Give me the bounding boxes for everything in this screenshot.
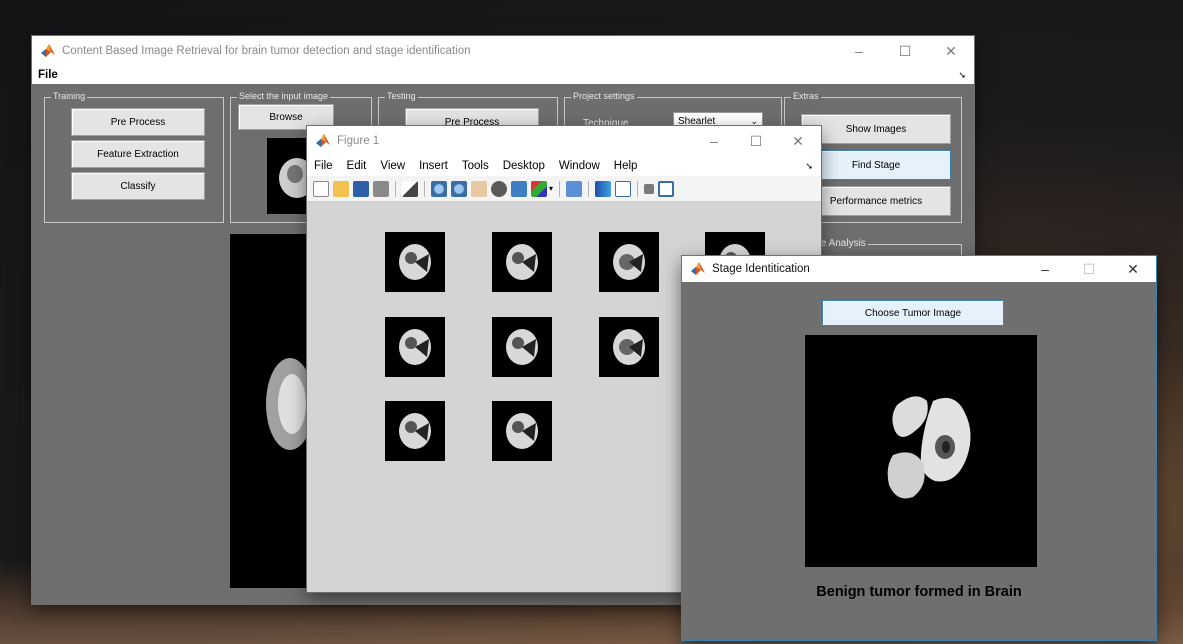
dock-arrow-icon[interactable]: ➘ <box>958 70 966 81</box>
main-menubar: File ➘ <box>32 67 974 83</box>
menu-edit[interactable]: Edit <box>340 160 374 172</box>
menu-insert[interactable]: Insert <box>412 160 455 172</box>
main-titlebar[interactable]: Content Based Image Retrieval for brain … <box>32 36 974 66</box>
brush-icon[interactable] <box>531 180 547 197</box>
maximize-button[interactable]: ☐ <box>733 126 779 156</box>
toolbar-separator <box>637 180 639 197</box>
brain-thumbnail <box>599 232 659 292</box>
menu-desktop[interactable]: Desktop <box>496 160 552 172</box>
menu-help[interactable]: Help <box>607 160 645 172</box>
show-plot-tools-icon[interactable] <box>658 180 675 197</box>
print-icon[interactable] <box>373 180 389 197</box>
rotate-3d-icon[interactable] <box>491 180 507 197</box>
menu-window[interactable]: Window <box>552 160 607 172</box>
toolbar-separator <box>395 180 396 197</box>
open-file-icon[interactable] <box>333 180 349 197</box>
matlab-icon <box>40 43 56 59</box>
colorbar-icon[interactable] <box>595 180 612 197</box>
brain-thumbnail <box>385 232 445 292</box>
choose-tumor-image-button[interactable]: Choose Tumor Image <box>822 300 1004 326</box>
brain-thumbnail <box>385 401 445 461</box>
pan-hand-icon[interactable] <box>471 180 487 197</box>
legend-icon[interactable] <box>615 180 632 197</box>
zoom-out-icon[interactable] <box>451 180 467 197</box>
testing-label: Testing <box>385 91 418 101</box>
chevron-down-icon: ⌄ <box>750 115 758 126</box>
figure-titlebar[interactable]: Figure 1 – ☐ ✕ <box>307 126 821 156</box>
toolbar-separator <box>588 180 590 197</box>
technique-value: Shearlet <box>678 115 716 127</box>
brain-thumbnail <box>492 401 552 461</box>
project-settings-label: Project settings <box>571 91 637 101</box>
feature-extraction-button[interactable]: Feature Extraction <box>71 140 205 168</box>
training-label: Training <box>51 91 88 101</box>
save-icon[interactable] <box>353 180 369 197</box>
link-plot-icon[interactable] <box>566 180 583 197</box>
maximize-button[interactable]: ☐ <box>1066 256 1112 282</box>
menu-tools[interactable]: Tools <box>455 160 496 172</box>
figure-toolbar: ▾ <box>307 176 821 202</box>
close-button[interactable]: ✕ <box>775 126 821 156</box>
data-cursor-icon[interactable] <box>511 180 527 197</box>
matlab-icon <box>315 133 331 149</box>
hide-plot-tools-icon[interactable] <box>644 183 655 194</box>
show-images-button[interactable]: Show Images <box>801 114 951 144</box>
brain-thumbnail <box>492 317 552 377</box>
chevron-down-icon[interactable]: ▾ <box>549 184 553 193</box>
stage-titlebar[interactable]: Stage Identitication – ☐ ✕ <box>682 256 1156 282</box>
brain-thumbnail <box>492 232 552 292</box>
menu-file[interactable]: File <box>32 69 65 81</box>
close-button[interactable]: ✕ <box>1110 256 1156 282</box>
dock-arrow-icon[interactable]: ➘ <box>805 161 813 172</box>
zoom-in-icon[interactable] <box>431 180 447 197</box>
find-stage-button[interactable]: Find Stage <box>801 150 951 180</box>
menu-view[interactable]: View <box>373 160 412 172</box>
train-pre-process-button[interactable]: Pre Process <box>71 108 205 136</box>
training-panel: Training Pre Process Feature Extraction … <box>44 91 224 223</box>
toolbar-separator <box>559 180 561 197</box>
pointer-icon[interactable] <box>402 180 418 197</box>
close-button[interactable]: ✕ <box>928 36 974 66</box>
minimize-button[interactable]: – <box>691 126 737 156</box>
maximize-button[interactable]: ☐ <box>882 36 928 66</box>
classify-button[interactable]: Classify <box>71 172 205 200</box>
stage-result-text: Benign tumor formed in Brain <box>816 584 1022 600</box>
extras-label: Extras <box>791 91 821 101</box>
stage-window-title: Stage Identitication <box>712 263 810 275</box>
select-input-label: Select the input image <box>237 91 331 101</box>
brain-thumbnail <box>385 317 445 377</box>
tumor-image-display <box>805 335 1037 567</box>
menu-file[interactable]: File <box>307 160 340 172</box>
stage-identification-window: Stage Identitication – ☐ ✕ Choose Tumor … <box>682 256 1156 640</box>
brain-thumbnail <box>599 317 659 377</box>
toolbar-separator <box>424 180 425 197</box>
performance-metrics-button[interactable]: Performance metrics <box>801 186 951 216</box>
minimize-button[interactable]: – <box>836 36 882 66</box>
figure-menubar: File Edit View Insert Tools Desktop Wind… <box>307 156 821 176</box>
main-window-title: Content Based Image Retrieval for brain … <box>62 45 471 57</box>
minimize-button[interactable]: – <box>1022 256 1068 282</box>
matlab-icon <box>690 261 706 277</box>
new-figure-icon[interactable] <box>313 180 329 197</box>
figure-window-title: Figure 1 <box>337 135 380 147</box>
